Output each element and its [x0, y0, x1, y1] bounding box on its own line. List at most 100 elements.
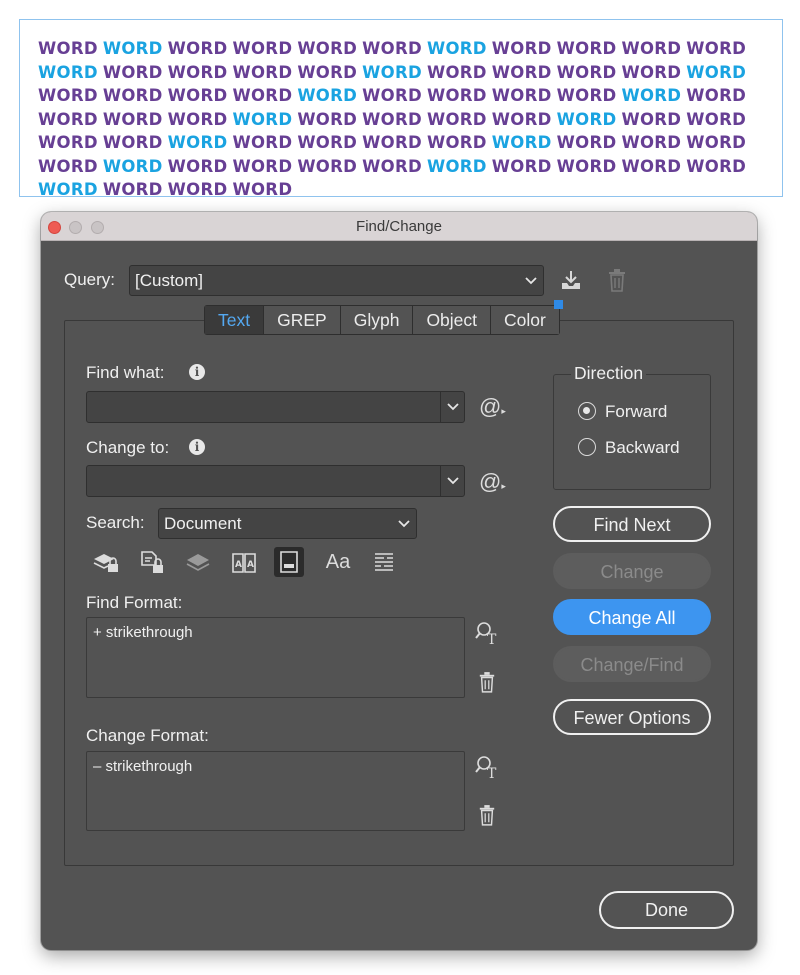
sample-word: WORD — [38, 109, 98, 129]
tab-object[interactable]: Object — [413, 306, 492, 334]
find-what-field[interactable] — [86, 391, 465, 423]
sample-word: WORD — [102, 180, 163, 199]
sample-words: WORD WORD WORD WORD WORD WORD WORD WORD WORD WORD… — [38, 37, 774, 202]
sample-word: WORD — [491, 62, 552, 82]
sample-word: WORD — [491, 109, 552, 129]
save-query-icon[interactable] — [558, 267, 584, 293]
sample-word: WORD — [167, 86, 228, 105]
tab-bar: Text GREP Glyph Object Color — [204, 300, 563, 335]
trash-icon[interactable] — [475, 803, 499, 827]
sample-word: WORD — [362, 156, 422, 176]
include-footnotes-icon[interactable] — [274, 547, 304, 577]
include-hidden-layers-icon[interactable] — [183, 547, 213, 577]
sample-word: WORD — [167, 62, 228, 82]
sample-word: WORD — [556, 86, 617, 105]
change-button[interactable]: Change — [553, 553, 711, 589]
sample-word: WORD — [297, 156, 358, 176]
sample-word: WORD — [102, 156, 163, 176]
specify-attributes-to-change-icon[interactable]: T — [474, 753, 502, 781]
sample-word: WORD — [167, 180, 228, 199]
sample-word: WORD — [686, 62, 747, 82]
specify-attributes-to-find-icon[interactable]: T — [474, 619, 502, 647]
change-find-button[interactable]: Change/Find — [553, 646, 711, 682]
tab-color-label: Color — [504, 310, 546, 330]
svg-text:T: T — [487, 766, 497, 780]
forward-radio[interactable] — [578, 402, 596, 420]
sample-word: WORD — [686, 39, 747, 58]
sample-word: WORD — [686, 156, 747, 176]
tab-color[interactable]: Color — [491, 300, 563, 334]
chevron-down-icon — [392, 509, 416, 538]
sample-word: WORD — [362, 62, 422, 82]
info-icon[interactable]: i — [189, 439, 205, 455]
find-format-label: Find Format: — [86, 593, 183, 612]
sample-word: WORD — [167, 133, 228, 152]
sample-word: WORD — [556, 156, 617, 176]
sample-word: WORD — [426, 133, 487, 152]
trash-icon[interactable] — [605, 267, 629, 293]
sample-word: WORD — [491, 86, 552, 105]
case-sensitive-icon[interactable]: Aa — [323, 547, 353, 577]
sample-word: WORD — [426, 86, 487, 105]
search-scope-select[interactable]: Document — [158, 508, 417, 539]
tab-glyph[interactable]: Glyph — [340, 306, 414, 334]
sample-word: WORD — [621, 156, 682, 176]
sample-word: WORD — [232, 133, 293, 152]
tab-grep[interactable]: GREP — [264, 306, 341, 334]
sample-word: WORD — [297, 39, 358, 58]
change-format-label: Change Format: — [86, 726, 209, 745]
sample-word: WORD — [102, 62, 163, 82]
include-locked-stories-icon[interactable] — [137, 547, 167, 577]
find-format-value: + strikethrough — [93, 624, 193, 641]
sample-word: WORD — [491, 156, 552, 176]
sample-word: WORD — [556, 39, 617, 58]
chevron-down-icon[interactable] — [440, 466, 464, 496]
sample-word: WORD — [102, 86, 163, 105]
title-bar: Find/Change — [41, 212, 757, 241]
sample-word: WORD — [232, 62, 293, 82]
sample-word: WORD — [38, 39, 98, 58]
sample-word: WORD — [621, 39, 682, 58]
include-master-pages-icon[interactable]: A A — [229, 547, 259, 577]
special-characters-icon[interactable]: @▸ — [479, 394, 506, 420]
sample-word: WORD — [38, 62, 98, 82]
sample-word: WORD — [621, 86, 682, 105]
sample-word: WORD — [362, 86, 422, 105]
trash-icon[interactable] — [475, 670, 499, 694]
sample-word: WORD — [556, 62, 617, 82]
chevron-down-icon — [519, 266, 543, 295]
sample-word: WORD — [426, 62, 487, 82]
sample-text-frame: WORD WORD WORD WORD WORD WORD WORD WORD WORD WORD… — [19, 19, 783, 199]
search-label: Search: — [86, 513, 145, 532]
backward-label[interactable]: Backward — [605, 438, 680, 458]
info-icon[interactable]: i — [189, 364, 205, 380]
sample-word: WORD — [621, 109, 682, 129]
whole-word-icon[interactable] — [369, 547, 399, 577]
include-locked-layers-icon[interactable] — [91, 547, 121, 577]
query-label: Query: — [64, 270, 116, 289]
change-all-button[interactable]: Change All — [553, 599, 711, 635]
sample-word: WORD — [38, 180, 98, 199]
change-format-value: – strikethrough — [93, 758, 193, 775]
forward-label[interactable]: Forward — [605, 402, 667, 422]
change-to-field[interactable] — [86, 465, 465, 497]
chevron-down-icon[interactable] — [440, 392, 464, 422]
fewer-options-button[interactable]: Fewer Options — [553, 699, 711, 735]
sample-word: WORD — [362, 109, 422, 129]
sample-word: WORD — [167, 39, 228, 58]
find-what-label: Find what: — [86, 363, 165, 382]
special-characters-icon[interactable]: @▸ — [479, 469, 506, 495]
change-format-box[interactable]: – strikethrough — [86, 751, 465, 831]
query-select[interactable]: [Custom] — [129, 265, 544, 296]
backward-radio[interactable] — [578, 438, 596, 456]
done-button[interactable]: Done — [599, 891, 734, 929]
tab-text[interactable]: Text — [205, 306, 265, 334]
find-next-button[interactable]: Find Next — [553, 506, 711, 542]
sample-word: WORD — [102, 133, 163, 152]
sample-word: WORD — [297, 62, 358, 82]
query-value: [Custom] — [135, 271, 204, 290]
sample-word: WORD — [297, 109, 358, 129]
find-change-dialog: Find/Change Query: [Custom] Text GREP Gl… — [41, 212, 757, 950]
sample-word: WORD — [686, 86, 747, 105]
find-format-box[interactable]: + strikethrough — [86, 617, 465, 698]
